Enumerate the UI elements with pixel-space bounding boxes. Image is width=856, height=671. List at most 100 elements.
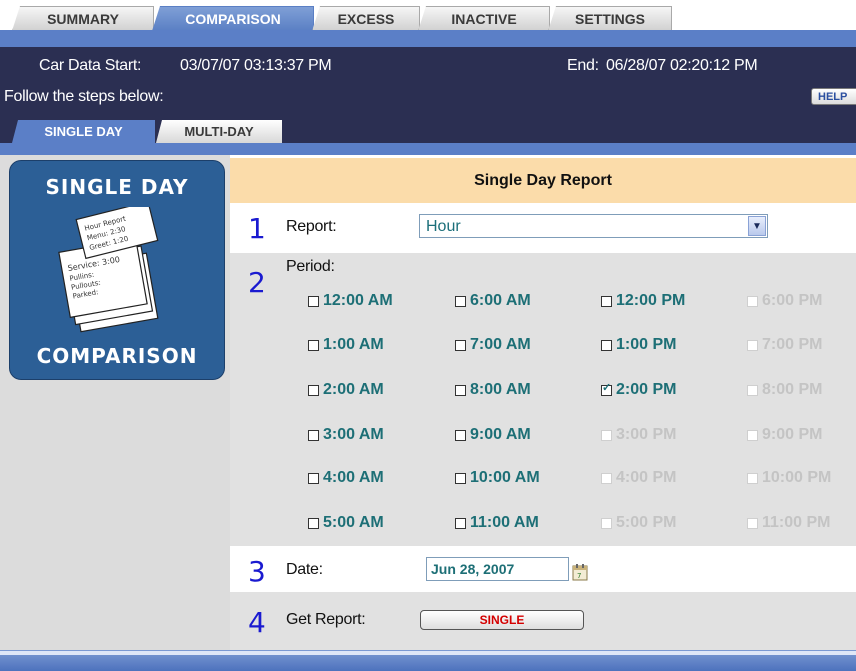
date-input[interactable]: Jun 28, 2007 — [426, 557, 569, 581]
report-type-value: Hour — [426, 218, 461, 235]
checkbox-icon[interactable] — [601, 339, 612, 351]
hour-option: 3:00 PM — [601, 426, 676, 444]
single-day-comparison-logo: SINGLE DAY Service: 3:00 Pullins: Pullou… — [9, 160, 225, 380]
checkbox-icon[interactable] — [455, 472, 466, 484]
checkbox-icon — [747, 339, 758, 351]
hour-label: 2:00 AM — [323, 381, 384, 398]
checkbox-icon — [747, 384, 758, 396]
hour-label: 1:00 PM — [616, 336, 677, 353]
help-button[interactable]: HELP — [811, 88, 856, 105]
bottom-highlight — [0, 651, 856, 655]
checkbox-icon[interactable] — [308, 472, 319, 484]
single-report-button[interactable]: SINGLE — [420, 610, 584, 630]
hour-option[interactable]: 12:00 PM — [601, 292, 685, 310]
start-value: 03/07/07 03:13:37 PM — [180, 57, 332, 74]
calendar-icon[interactable]: 7 — [572, 563, 588, 581]
report-type-select[interactable]: Hour ▼ — [419, 214, 768, 238]
checkbox-icon — [747, 472, 758, 484]
logo-bottom-text: COMPARISON — [36, 344, 198, 368]
hour-option: 10:00 PM — [747, 469, 831, 487]
tab-excess[interactable]: EXCESS — [312, 6, 420, 31]
chevron-down-icon[interactable]: ▼ — [748, 216, 766, 236]
checkbox-icon[interactable] — [455, 384, 466, 396]
tab-settings[interactable]: SETTINGS — [548, 6, 672, 31]
hour-option[interactable]: 2:00 PM — [601, 381, 676, 399]
start-label: Car Data Start: — [39, 57, 142, 74]
report-label: Report: — [286, 218, 337, 235]
checkbox-icon[interactable] — [455, 429, 466, 441]
get-report-label: Get Report: — [286, 611, 366, 628]
hour-option: 7:00 PM — [747, 336, 822, 354]
hour-label: 3:00 PM — [616, 426, 677, 443]
step-2-number: 2 — [248, 266, 266, 299]
hour-label: 4:00 PM — [616, 469, 677, 486]
tab-multi-day[interactable]: MULTI-DAY — [156, 120, 282, 143]
hour-label: 3:00 AM — [323, 426, 384, 443]
checkbox-icon[interactable] — [308, 429, 319, 441]
hour-label: 8:00 AM — [470, 381, 531, 398]
hour-label: 12:00 PM — [616, 292, 686, 309]
checkbox-icon — [601, 429, 612, 441]
step-1-number: 1 — [248, 212, 266, 245]
tab-inactive[interactable]: INACTIVE — [418, 6, 550, 31]
hour-label: 8:00 PM — [762, 381, 823, 398]
checkbox-icon[interactable] — [601, 295, 612, 307]
hour-option[interactable]: 6:00 AM — [455, 292, 531, 310]
checkbox-icon[interactable] — [455, 295, 466, 307]
hour-option: 11:00 PM — [747, 514, 830, 532]
date-label: Date: — [286, 561, 323, 578]
checkbox-icon[interactable] — [308, 517, 319, 529]
hour-option[interactable]: 8:00 AM — [455, 381, 531, 399]
end-label: End: — [567, 57, 599, 74]
checkbox-icon — [747, 429, 758, 441]
tab-single-day[interactable]: SINGLE DAY — [12, 120, 155, 143]
hour-option[interactable]: 1:00 AM — [308, 336, 384, 354]
hour-option: 4:00 PM — [601, 469, 676, 487]
report-title: Single Day Report — [230, 158, 856, 203]
hour-option[interactable]: 12:00 AM — [308, 292, 393, 310]
hour-option[interactable]: 3:00 AM — [308, 426, 384, 444]
hour-option[interactable]: 1:00 PM — [601, 336, 676, 354]
hour-label: 5:00 AM — [323, 514, 384, 531]
checkbox-icon[interactable] — [455, 517, 466, 529]
hour-option[interactable]: 2:00 AM — [308, 381, 384, 399]
logo-top-text: SINGLE DAY — [45, 175, 189, 199]
step-4-number: 4 — [248, 606, 266, 639]
hour-option[interactable]: 7:00 AM — [455, 336, 531, 354]
hour-label: 9:00 PM — [762, 426, 823, 443]
hour-label: 7:00 PM — [762, 336, 823, 353]
checkbox-icon[interactable] — [308, 339, 319, 351]
hour-label: 10:00 AM — [470, 469, 540, 486]
hour-label: 12:00 AM — [323, 292, 393, 309]
hour-label: 2:00 PM — [616, 381, 677, 398]
hour-label: 9:00 AM — [470, 426, 531, 443]
hour-label: 11:00 AM — [470, 514, 539, 531]
sub-accent-band — [0, 143, 856, 155]
report-cards-icon: Service: 3:00 Pullins: Pullouts: Parked:… — [58, 207, 159, 333]
hour-option[interactable]: 9:00 AM — [455, 426, 531, 444]
hour-label: 7:00 AM — [470, 336, 531, 353]
checkbox-icon[interactable] — [455, 339, 466, 351]
checkbox-checked-icon[interactable] — [601, 381, 612, 396]
tab-comparison[interactable]: COMPARISON — [152, 6, 314, 31]
checkbox-icon — [601, 472, 612, 484]
hour-label: 1:00 AM — [323, 336, 384, 353]
hour-option: 9:00 PM — [747, 426, 822, 444]
hour-option[interactable]: 4:00 AM — [308, 469, 384, 487]
hour-option[interactable]: 10:00 AM — [455, 469, 540, 487]
svg-text:7: 7 — [577, 572, 581, 580]
period-label: Period: — [286, 258, 335, 275]
checkbox-icon[interactable] — [308, 384, 319, 396]
hour-label: 10:00 PM — [762, 469, 832, 486]
end-value: 06/28/07 02:20:12 PM — [606, 57, 758, 74]
checkbox-icon[interactable] — [308, 295, 319, 307]
hour-label: 4:00 AM — [323, 469, 384, 486]
hour-option[interactable]: 5:00 AM — [308, 514, 384, 532]
hour-label: 5:00 PM — [616, 514, 677, 531]
checkbox-icon — [747, 295, 758, 307]
hour-option[interactable]: 11:00 AM — [455, 514, 539, 532]
tab-summary[interactable]: SUMMARY — [12, 6, 154, 31]
hour-option: 6:00 PM — [747, 292, 822, 310]
checkbox-icon — [747, 517, 758, 529]
hour-option: 5:00 PM — [601, 514, 676, 532]
